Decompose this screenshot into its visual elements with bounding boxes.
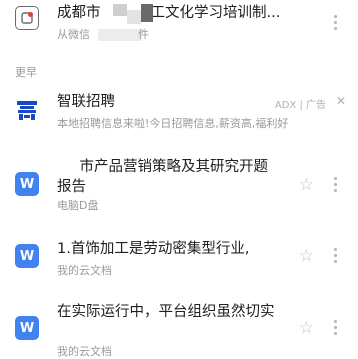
star-icon[interactable]: ☆ <box>299 320 314 337</box>
file-location: 我的云文档 <box>57 264 112 277</box>
redacted-block <box>141 4 153 22</box>
section-label-earlier: 更早 <box>15 66 37 79</box>
more-options-icon[interactable] <box>334 248 338 265</box>
zhaopin-logo-icon <box>15 98 39 122</box>
word-doc-letter: W <box>19 248 35 264</box>
file-list-item[interactable]: 成都市 工文化学习培训制... 从微信 件 <box>0 0 358 60</box>
word-doc-letter: W <box>19 176 35 192</box>
redacted-block <box>127 10 141 24</box>
word-doc-icon: W <box>15 316 39 340</box>
redacted-block <box>57 157 79 175</box>
file-list-item[interactable]: W 在实际运行中，平台组织虽然切实 我的云文档 ☆ <box>0 296 358 358</box>
file-list-item[interactable]: W 超市产品营销策略及其研究开题报告 电脑D盘 ☆ <box>0 152 358 218</box>
file-title-part: 成都市 <box>57 5 101 21</box>
file-location: 电脑D盘 <box>57 199 99 212</box>
file-title: 超市产品营销策略及其研究开题报告 <box>57 157 268 197</box>
word-doc-icon: W <box>15 172 39 196</box>
ad-list-item[interactable]: 智联招聘 ADX | 广告 ✕ 本地招聘信息来啦!今日招聘信息,薪资高,福利好 <box>0 86 358 142</box>
file-source: 从微信 件 <box>57 28 149 42</box>
file-location: 我的云文档 <box>57 345 112 358</box>
word-doc-letter: W <box>19 320 35 336</box>
file-title: 在实际运行中，平台组织虽然切实 <box>57 304 275 320</box>
file-source-part: 从微信 <box>57 28 90 41</box>
star-icon[interactable]: ☆ <box>299 248 314 265</box>
close-icon[interactable]: ✕ <box>336 94 346 108</box>
file-title-part: 工文化学习培训制... <box>150 5 281 21</box>
more-options-icon[interactable] <box>334 320 338 337</box>
file-title-text: 超市产品营销策略及其研究开题报告 <box>57 159 268 195</box>
file-title: 1.首饰加工是劳动密集型行业, <box>57 241 250 257</box>
file-title: 成都市 工文化学习培训制... <box>57 3 308 24</box>
more-options-icon[interactable] <box>334 177 338 194</box>
file-list-item[interactable]: W 1.首饰加工是劳动密集型行业, 我的云文档 ☆ <box>0 232 358 282</box>
redacted-block <box>113 4 127 16</box>
more-options-icon[interactable] <box>334 15 338 32</box>
word-doc-icon: W <box>15 244 39 268</box>
star-icon[interactable]: ☆ <box>299 177 314 194</box>
ad-label: ADX | 广告 <box>274 100 326 111</box>
ad-description: 本地招聘信息来啦!今日招聘信息,薪资高,福利好 <box>57 117 289 130</box>
wechat-file-icon <box>15 6 39 30</box>
file-source-part: 件 <box>138 28 149 41</box>
